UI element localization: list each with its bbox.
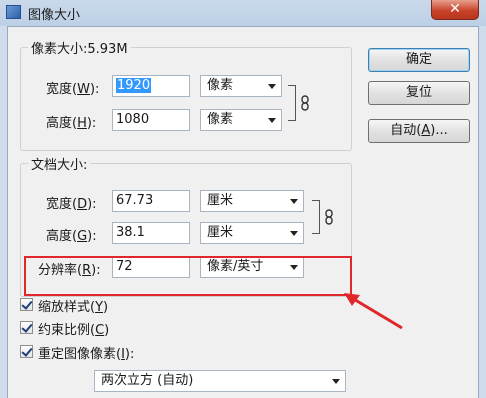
pixel-height-label: 高度(H): <box>46 116 97 131</box>
doc-height-label: 高度(G): <box>46 229 97 244</box>
doc-width-input[interactable]: 67.73 <box>112 190 190 212</box>
close-icon: ✕ <box>449 1 461 17</box>
document-size-title: 文档大小: <box>28 154 91 173</box>
link-chain-icon[interactable] <box>324 209 334 225</box>
dialog-body: 像素大小:5.93M 宽度(W): 1920 像素 高度(H): 1080 像素… <box>7 26 479 398</box>
pixel-width-label: 宽度(W): <box>46 82 100 97</box>
doc-height-input[interactable]: 38.1 <box>112 222 190 244</box>
constrain-proportions-checkbox[interactable] <box>20 321 33 334</box>
scale-styles-label: 缩放样式(Y) <box>38 300 109 315</box>
dropdown-arrow-icon <box>268 84 276 89</box>
link-chain-icon[interactable] <box>300 95 310 111</box>
doc-width-label: 宽度(D): <box>46 197 97 212</box>
annotation-highlight-box <box>24 256 352 296</box>
title-bar: 图像大小 ✕ <box>0 0 486 26</box>
resample-checkbox[interactable] <box>20 345 33 358</box>
app-icon <box>6 5 21 19</box>
dropdown-arrow-icon <box>332 379 340 384</box>
pixel-width-unit-select[interactable]: 像素 <box>200 75 282 97</box>
scale-styles-checkbox[interactable] <box>20 298 33 311</box>
resample-label: 重定图像像素(I): <box>38 347 135 362</box>
dropdown-arrow-icon <box>268 118 276 123</box>
pixel-width-input[interactable]: 1920 <box>112 75 190 97</box>
close-button[interactable]: ✕ <box>431 0 479 20</box>
constrain-proportions-label: 约束比例(C) <box>38 323 110 338</box>
reset-button[interactable]: 复位 <box>368 81 470 105</box>
doc-link-bracket <box>312 200 320 234</box>
doc-height-unit-select[interactable]: 厘米 <box>200 222 304 244</box>
auto-button[interactable]: 自动(A)... <box>368 119 470 143</box>
resample-method-select[interactable]: 两次立方 (自动) <box>94 370 346 392</box>
ok-button[interactable]: 确定 <box>368 48 470 72</box>
dropdown-arrow-icon <box>290 231 298 236</box>
pixel-height-input[interactable]: 1080 <box>112 109 190 131</box>
pixel-height-unit-select[interactable]: 像素 <box>200 109 282 131</box>
pixel-dimensions-title: 像素大小:5.93M <box>28 38 131 57</box>
annotation-arrow-icon <box>344 293 403 330</box>
doc-width-unit-select[interactable]: 厘米 <box>200 190 304 212</box>
window-title: 图像大小 <box>28 8 81 23</box>
dropdown-arrow-icon <box>290 199 298 204</box>
pixel-link-bracket <box>288 85 296 121</box>
